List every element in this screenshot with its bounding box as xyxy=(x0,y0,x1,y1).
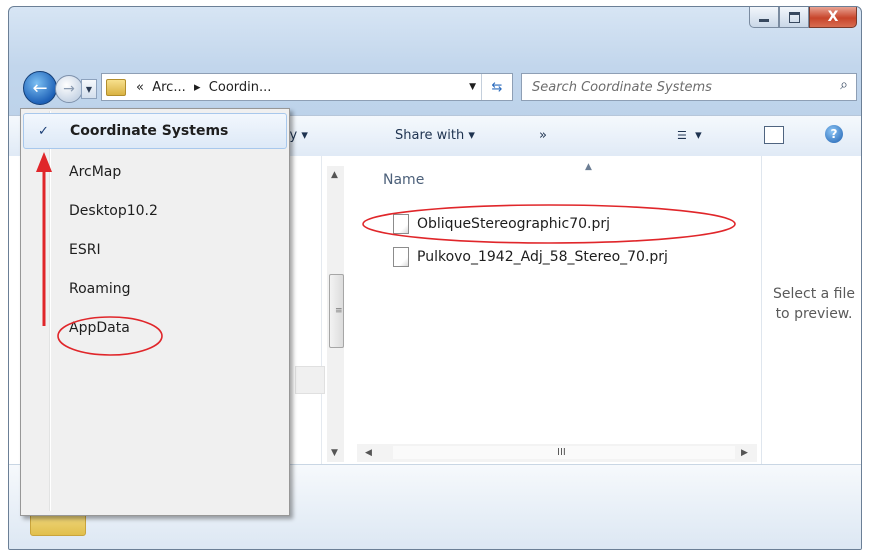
menu-item-label: ESRI xyxy=(69,242,101,258)
column-header-name[interactable]: Name xyxy=(383,172,424,188)
breadcrumb: « Arc... ▸ Coordin... xyxy=(136,80,271,95)
scroll-grip: ≡ xyxy=(335,306,343,316)
breadcrumb-overflow[interactable]: « xyxy=(136,80,144,95)
scroll-up-arrow-icon[interactable]: ▲ xyxy=(331,170,338,180)
file-item[interactable]: Pulkovo_1942_Adj_58_Stereo_70.prj xyxy=(393,246,668,268)
forward-arrow-icon: → xyxy=(63,81,75,97)
maximize-icon xyxy=(788,11,800,23)
caption-buttons: X xyxy=(749,7,857,28)
scroll-left-arrow-icon[interactable]: ◀ xyxy=(365,448,372,458)
maximize-button[interactable] xyxy=(779,7,809,28)
search-placeholder: Search Coordinate Systems xyxy=(532,79,712,95)
sort-ascending-icon: ▲ xyxy=(585,162,592,172)
back-button[interactable]: ← xyxy=(23,71,57,105)
share-with-button[interactable]: Share with ▾ xyxy=(395,128,475,143)
view-options-icon: ☰ xyxy=(677,129,687,142)
menu-item-roaming[interactable]: Roaming xyxy=(23,272,285,306)
address-bar[interactable]: « Arc... ▸ Coordin... ▼ ⇆ xyxy=(101,73,513,101)
chevron-down-icon: ▼ xyxy=(85,84,93,94)
menu-item-desktop10-2[interactable]: Desktop10.2 xyxy=(23,194,285,228)
search-icon[interactable]: ⌕ xyxy=(840,77,848,93)
refresh-icon: ⇆ xyxy=(491,79,503,95)
help-button[interactable]: ? xyxy=(825,125,843,143)
minimize-button[interactable] xyxy=(749,7,779,28)
preview-message-line2: to preview. xyxy=(775,306,853,322)
close-button[interactable]: X xyxy=(809,7,857,28)
checkmark-icon: ✓ xyxy=(38,123,49,139)
menu-item-label: Roaming xyxy=(69,281,131,297)
address-dropdown-icon[interactable]: ▼ xyxy=(469,82,476,92)
navigation-pane-row[interactable] xyxy=(295,366,325,394)
horizontal-scroll-grip: III xyxy=(557,447,566,458)
breadcrumb-separator[interactable]: ▸ xyxy=(194,80,201,95)
view-dropdown-label: ▾ xyxy=(695,128,702,143)
menu-item-label: Desktop10.2 xyxy=(69,203,158,219)
menu-item-esri[interactable]: ESRI xyxy=(23,233,285,267)
minimize-icon xyxy=(759,18,769,22)
back-arrow-icon: ← xyxy=(32,77,48,99)
recent-pages-button[interactable]: ▼ xyxy=(81,79,97,99)
scroll-down-arrow-icon[interactable]: ▼ xyxy=(331,448,338,458)
search-box[interactable]: Search Coordinate Systems ⌕ xyxy=(521,73,857,101)
file-item[interactable]: ObliqueStereographic70.prj xyxy=(393,213,610,235)
menu-item-arcmap[interactable]: ArcMap xyxy=(23,155,285,189)
refresh-button[interactable]: ⇆ xyxy=(481,74,512,100)
preview-message-line1: Select a file xyxy=(773,286,855,302)
change-view-button[interactable]: ☰ ▾ xyxy=(677,128,702,143)
menu-item-label: ArcMap xyxy=(69,164,122,180)
preview-pane: Select a file to preview. xyxy=(761,156,861,464)
preview-message: Select a file to preview. xyxy=(766,284,861,324)
menu-item-label: AppData xyxy=(69,320,130,336)
document-icon xyxy=(393,247,409,267)
menu-item-appdata[interactable]: AppData xyxy=(23,311,285,345)
document-icon xyxy=(393,214,409,234)
help-icon: ? xyxy=(830,127,838,141)
menu-item-coordinate-systems[interactable]: ✓ Coordinate Systems xyxy=(23,113,287,149)
folder-icon xyxy=(106,78,126,96)
menu-item-label: Coordinate Systems xyxy=(70,123,229,139)
forward-button[interactable]: → xyxy=(55,75,83,103)
breadcrumb-arcgis[interactable]: Arc... xyxy=(152,80,186,95)
preview-pane-button[interactable] xyxy=(764,126,784,144)
file-name: Pulkovo_1942_Adj_58_Stereo_70.prj xyxy=(417,249,668,265)
close-icon: X xyxy=(827,9,839,25)
more-commands-button[interactable]: » xyxy=(539,128,547,143)
scroll-right-arrow-icon[interactable]: ▶ xyxy=(741,448,748,458)
file-name: ObliqueStereographic70.prj xyxy=(417,216,611,232)
file-list-pane[interactable] xyxy=(357,156,757,442)
breadcrumb-coordinate-systems[interactable]: Coordin... xyxy=(209,80,272,95)
recent-locations-menu: ✓ Coordinate Systems ArcMap Desktop10.2 … xyxy=(20,108,290,516)
